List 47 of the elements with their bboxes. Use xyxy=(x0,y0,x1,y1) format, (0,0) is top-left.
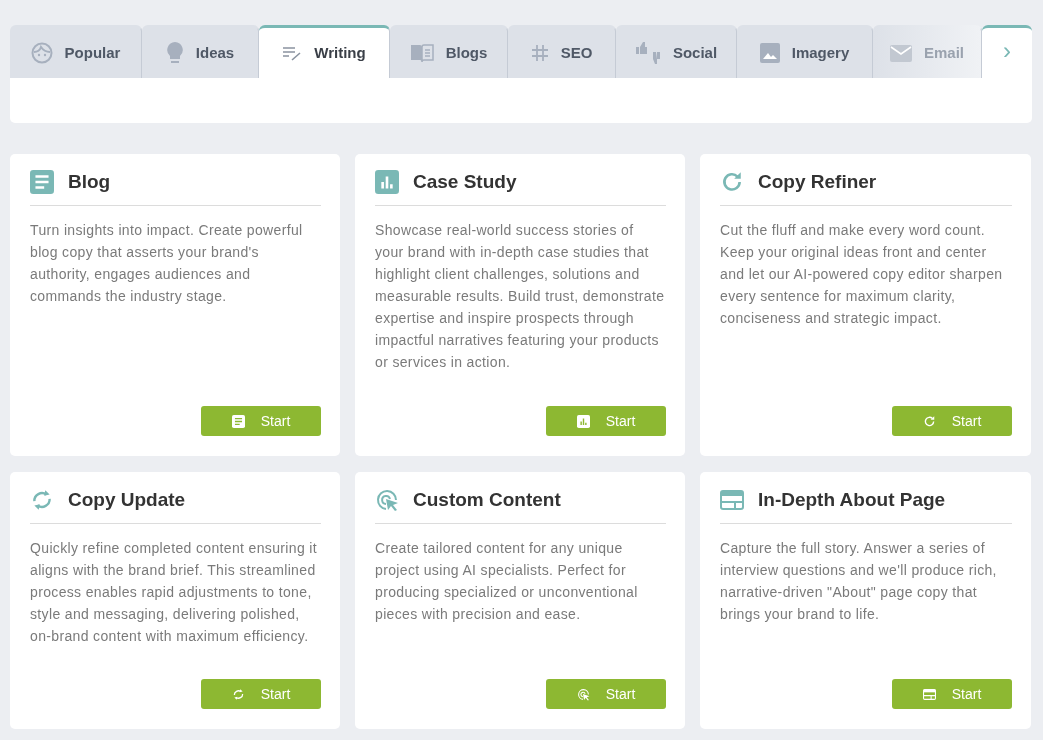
bar-chart-icon xyxy=(375,170,399,194)
card-title: In-Depth About Page xyxy=(758,488,946,512)
cursor-click-icon xyxy=(375,488,399,512)
category-tab[interactable]: Email xyxy=(873,25,982,78)
card-description: Capture the full story. Answer a series of interview questions and we'll produce rich, narrative-driven "About" page copy that brings your brand to life. xyxy=(720,539,998,624)
refresh-icon xyxy=(922,414,936,428)
card-description: Cut the fluff and make every word count. Keep your original ideas front and center and let our AI-powered copy editor sharpen every sentence for maximum clarity, conciseness and strategic impact. xyxy=(720,221,1004,328)
sync-icon xyxy=(30,488,54,512)
card-description: Showcase real-world success stories of your brand with in-depth case studies that highlight client challenges, solutions and measurable results. Build trust, demonstrate expertise and inspire prospects through impactful narratives featuring your products or services in action. xyxy=(375,221,666,372)
start-button[interactable]: Start xyxy=(892,406,1012,436)
card-title: Copy Update xyxy=(68,488,186,512)
envelope-icon xyxy=(890,44,912,62)
face-icon xyxy=(30,42,53,64)
pencil-lines-icon xyxy=(282,45,303,61)
refresh-icon xyxy=(720,170,744,194)
card-title: Case Study xyxy=(413,170,517,194)
window-icon xyxy=(720,488,744,512)
card-description: Create tailored content for any unique project using AI specialists. Perfect for producing specialized or unconventional pieces with precision and ease. xyxy=(375,539,639,624)
book-icon xyxy=(409,43,434,63)
sync-icon xyxy=(231,687,245,701)
category-tab[interactable]: SEO xyxy=(508,25,616,78)
next-tabs-button[interactable]: › xyxy=(982,25,1032,78)
card-title: Custom Content xyxy=(413,488,561,512)
category-tab[interactable]: Ideas xyxy=(142,25,259,78)
hashtag-icon xyxy=(530,44,549,62)
bar-chart-icon xyxy=(576,414,590,428)
cursor-click-icon xyxy=(576,687,590,701)
card-description: Quickly refine completed content ensuring it aligns with the brand brief. This streamlined process enables rapid adjustments to tone, style and messaging, delivering polished, on-brand content with maximum efficiency. xyxy=(30,539,318,646)
image-icon xyxy=(759,43,780,63)
window-icon xyxy=(922,687,936,701)
category-tab[interactable]: Popular xyxy=(10,25,142,78)
category-tab[interactable]: Writing xyxy=(259,25,390,78)
start-button[interactable]: Start xyxy=(892,679,1012,709)
start-button[interactable]: Start xyxy=(546,679,666,709)
start-button[interactable]: Start xyxy=(546,406,666,436)
category-tab[interactable]: Blogs xyxy=(390,25,508,78)
start-button[interactable]: Start xyxy=(201,406,321,436)
card-description: Turn insights into impact. Create powerful blog copy that asserts your brand's authority, engages audiences and commands the industry stage. xyxy=(30,221,304,306)
document-icon xyxy=(30,170,54,194)
start-button[interactable]: Start xyxy=(201,679,321,709)
document-icon xyxy=(231,414,245,428)
category-tab[interactable]: Imagery xyxy=(737,25,873,78)
card-title: Blog xyxy=(68,170,111,194)
lightbulb-icon xyxy=(165,41,184,65)
card-title: Copy Refiner xyxy=(758,170,877,194)
category-tab[interactable]: Social xyxy=(616,25,737,78)
thumbs-icon xyxy=(634,41,661,65)
